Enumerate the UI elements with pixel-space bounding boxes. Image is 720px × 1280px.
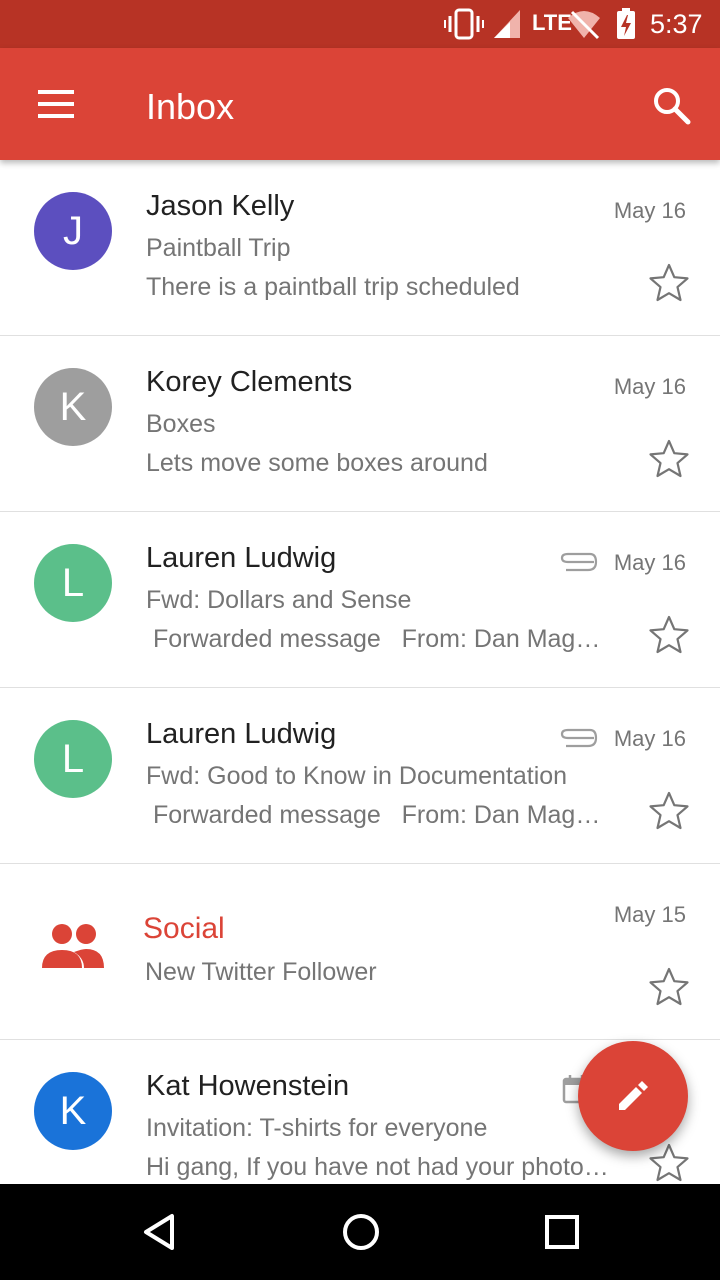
attachment-icon [560,552,598,572]
attachment-icon [560,728,598,748]
email-snippet: Hi gang, If you have not had your photo… [146,1153,609,1181]
social-category-row[interactable]: Social New Twitter Follower May 15 [0,864,720,1040]
vibrate-icon [444,8,484,40]
email-sender: Jason Kelly [146,190,295,222]
avatar: J [34,192,112,270]
star-icon[interactable] [648,790,690,832]
compose-button[interactable] [578,1041,688,1151]
avatar: K [34,1072,112,1150]
home-icon[interactable] [339,1210,383,1254]
email-sender: Korey Clements [146,366,353,398]
menu-icon[interactable] [36,88,78,120]
status-bar: LTE 5:37 [0,0,720,48]
email-subject: Fwd: Good to Know in Documentation [146,762,568,790]
app-bar: Inbox [0,48,720,160]
clock: 5:37 [650,9,703,39]
star-icon[interactable] [648,1142,690,1184]
page-title: Inbox [146,86,235,127]
battery-charging-icon [617,8,635,39]
email-subject: Paintball Trip [146,234,291,262]
star-icon[interactable] [648,438,690,480]
pencil-icon [619,1081,648,1110]
email-date: May 15 [613,902,686,927]
avatar: K [34,368,112,446]
email-sender: Lauren Ludwig [146,718,337,750]
email-row[interactable]: J Jason Kelly Paintball Trip There is a … [0,160,720,336]
social-label: Social [143,912,225,945]
email-date: May 16 [613,726,686,751]
email-snippet: Lets move some boxes around [146,449,488,477]
email-subject: Invitation: T-shirts for everyone [146,1114,488,1142]
social-subtitle: New Twitter Follower [145,958,377,986]
avatar: L [34,544,112,622]
email-subject: Fwd: Dollars and Sense [146,586,412,614]
search-icon[interactable] [650,84,694,128]
email-sender: Kat Howenstein [146,1070,350,1102]
email-row[interactable]: L Lauren Ludwig Fwd: Good to Know in Doc… [0,688,720,864]
star-icon[interactable] [648,966,690,1008]
avatar: L [34,720,112,798]
star-icon[interactable] [648,614,690,656]
recents-icon[interactable] [540,1210,584,1254]
email-snippet: Forwarded message From: Dan Mag… [146,801,601,829]
email-snippet: Forwarded message From: Dan Mag… [146,625,601,653]
star-icon[interactable] [648,262,690,304]
email-date: May 16 [613,374,686,399]
signal-icon [494,10,520,38]
email-row[interactable]: L Lauren Ludwig Fwd: Dollars and Sense F… [0,512,720,688]
wifi-off-icon [568,10,600,40]
email-row[interactable]: K Korey Clements Boxes Lets move some bo… [0,336,720,512]
email-subject: Boxes [146,410,216,438]
back-icon[interactable] [138,1210,182,1254]
navigation-bar [0,1184,720,1280]
email-snippet: There is a paintball trip scheduled [146,273,520,301]
email-sender: Lauren Ludwig [146,542,337,574]
email-date: May 16 [613,198,686,223]
email-date: May 16 [613,550,686,575]
people-icon [42,924,104,968]
